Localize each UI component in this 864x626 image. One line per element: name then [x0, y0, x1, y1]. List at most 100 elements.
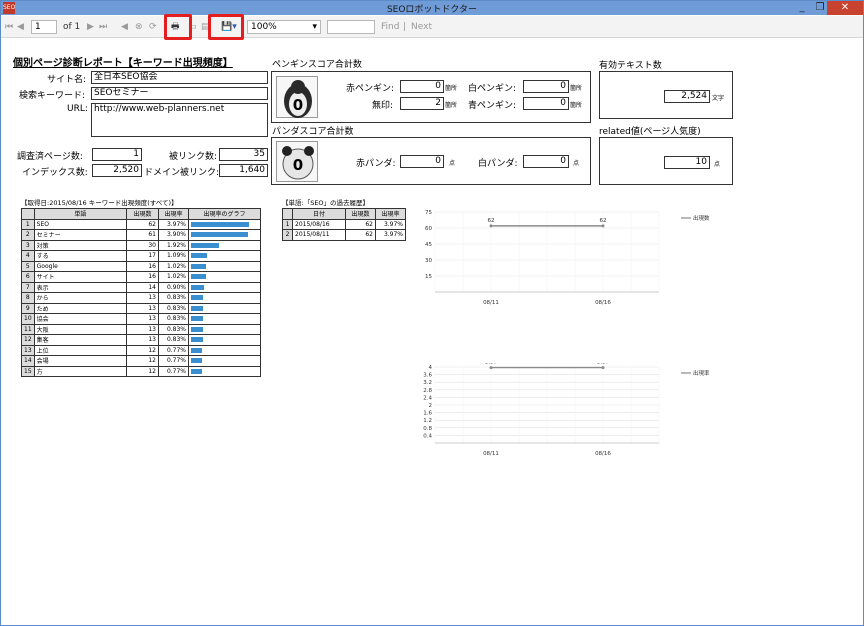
- word-cell: 集客: [33, 334, 128, 346]
- next-link[interactable]: Next: [411, 20, 432, 34]
- y-tick-label: 30: [425, 258, 432, 264]
- table-row: 9 ため 13 0.83%: [21, 302, 261, 314]
- table-row: 14 会場 12 0.77%: [21, 355, 261, 367]
- url-label: URL:: [67, 104, 88, 114]
- y-tick-label: 0.4: [423, 433, 432, 439]
- keyword-table-caption: 【取得日:2015/08/16 キーワード出現頻度(すべて)】: [21, 199, 178, 207]
- pages-field: 1: [92, 148, 142, 161]
- hist-rate-cell: 3.97%: [375, 229, 406, 241]
- red-panda-label: 赤パンダ:: [356, 159, 396, 169]
- panda-heading: パンダスコア合計数: [272, 127, 354, 137]
- word-cell: 上位: [33, 344, 128, 356]
- report-viewer-window: SEO SEOロボットドクター _ ❐ ✕ ⏮ ◀ 1 of 1 ▶ ⏭ ◀ ⊗…: [0, 0, 864, 626]
- col-date: 日付: [292, 208, 346, 220]
- col-count: 出現数: [126, 208, 159, 220]
- y-tick-label: 15: [425, 274, 432, 280]
- close-button[interactable]: ✕: [827, 1, 863, 15]
- hist-rate-cell: 3.97%: [375, 218, 406, 230]
- hist-count-cell: 62: [345, 229, 376, 241]
- stop-icon[interactable]: ⊗: [135, 20, 143, 34]
- panda-panel: 0 赤パンダ: 0 点 白パンダ: 0 点: [271, 137, 591, 185]
- keyword-table: 単語 出現数 出現率 出現率のグラフ 1 SEO 62 3.97% 2 セミナー 61 3.9…: [21, 208, 261, 377]
- history-table-header: 日付 出現数 出現率: [282, 208, 406, 220]
- table-row: 12 集客 13 0.83%: [21, 334, 261, 346]
- count-cell: 17: [126, 250, 159, 262]
- col-rate: 出現率: [158, 208, 189, 220]
- text-count-field: 2,524: [664, 90, 710, 103]
- row-number: 14: [21, 355, 35, 367]
- red-penguin-label: 赤ペンギン:: [346, 84, 395, 94]
- count-cell: 16: [126, 271, 159, 283]
- report-toolbar: ⏮ ◀ 1 of 1 ▶ ⏭ ◀ ⊗ ⟳ 🖶 ▭ ▤ 💾▾ 100% ▾ Find…: [1, 16, 863, 38]
- text-count-panel: 2,524 文字: [599, 71, 733, 119]
- report-title: 個別ページ診断レポート【キーワード出現頻度】: [13, 58, 233, 69]
- red-penguin-field: 0: [400, 80, 444, 93]
- zoom-select[interactable]: 100% ▾: [247, 20, 321, 34]
- data-point: [601, 366, 605, 370]
- y-tick-label: 75: [425, 210, 432, 216]
- row-number: 11: [21, 323, 35, 335]
- word-cell: 大阪: [33, 323, 128, 335]
- rate-cell: 0.77%: [158, 365, 189, 377]
- table-row: 2 セミナー 61 3.90%: [21, 229, 261, 241]
- col-word: 単語: [33, 208, 128, 220]
- table-row: 15 方 12 0.77%: [21, 365, 261, 377]
- keyword-label: 検索キーワード:: [19, 91, 86, 101]
- row-number: 1: [21, 218, 35, 230]
- word-cell: 協会: [33, 313, 128, 325]
- row-number: 7: [21, 281, 35, 293]
- next-page-icon[interactable]: ▶: [87, 20, 94, 34]
- page-number-input[interactable]: 1: [31, 20, 57, 34]
- graph-cell: [188, 271, 261, 283]
- y-tick-label: 45: [425, 242, 432, 248]
- text-count-unit: 文字: [712, 95, 725, 102]
- row-number: 9: [21, 302, 35, 314]
- x-tick-label: 08/11: [483, 300, 499, 306]
- blue-penguin-field: 0: [523, 97, 569, 110]
- table-row: 5 Google 16 1.02%: [21, 260, 261, 272]
- count-cell: 13: [126, 292, 159, 304]
- title-bar: SEO SEOロボットドクター _ ❐ ✕: [1, 1, 863, 15]
- blue-penguin-label: 青ペンギン:: [468, 101, 517, 111]
- row-number: 13: [21, 344, 35, 356]
- find-input[interactable]: [327, 20, 375, 34]
- count-cell: 62: [126, 218, 159, 230]
- rate-cell: 1.02%: [158, 260, 189, 272]
- rate-cell: 0.90%: [158, 281, 189, 293]
- rate-cell: 1.92%: [158, 239, 189, 251]
- rate-bar: [191, 347, 203, 353]
- index-field: 2,520: [92, 164, 142, 177]
- rate-bar: [191, 253, 207, 259]
- keyword-table-body: 1 SEO 62 3.97% 2 セミナー 61 3.90% 3 対策 30 1.92% 4 する 17 1.…: [21, 218, 261, 377]
- graph-cell: [188, 292, 261, 304]
- highlight-print: [164, 14, 192, 40]
- graph-cell: [188, 355, 261, 367]
- last-page-icon[interactable]: ⏭: [99, 20, 107, 34]
- refresh-icon[interactable]: ⟳: [149, 20, 157, 34]
- keyword-field: SEOセミナー: [91, 87, 268, 100]
- rate-bar: [191, 242, 219, 248]
- back-icon[interactable]: ◀: [121, 20, 128, 34]
- penguin-image: 0: [276, 76, 318, 118]
- table-row: 7 表示 14 0.90%: [21, 281, 261, 293]
- y-tick-label: 3.2: [423, 380, 432, 386]
- data-label: 62: [600, 218, 607, 224]
- related-panel: 10 点: [599, 137, 733, 185]
- zoom-value: 100%: [251, 22, 277, 32]
- page-count: of 1: [63, 22, 81, 32]
- table-row: 1 2015/08/16 62 3.97%: [282, 218, 406, 230]
- panda-image: 0: [276, 141, 318, 182]
- graph-cell: [188, 239, 261, 251]
- prev-page-icon[interactable]: ◀: [17, 20, 24, 34]
- y-tick-label: 1.6: [423, 411, 432, 417]
- none-field: 2: [400, 97, 444, 110]
- col-hist-count: 出現数: [345, 208, 376, 220]
- red-panda-unit: 点: [449, 160, 456, 167]
- white-penguin-unit: 箇所: [570, 85, 583, 92]
- graph-cell: [188, 344, 261, 356]
- find-link[interactable]: Find: [381, 20, 399, 34]
- y-tick-label: 2: [429, 403, 433, 409]
- count-cell: 30: [126, 239, 159, 251]
- y-tick-label: 2.4: [423, 395, 432, 401]
- first-page-icon[interactable]: ⏮: [5, 20, 13, 34]
